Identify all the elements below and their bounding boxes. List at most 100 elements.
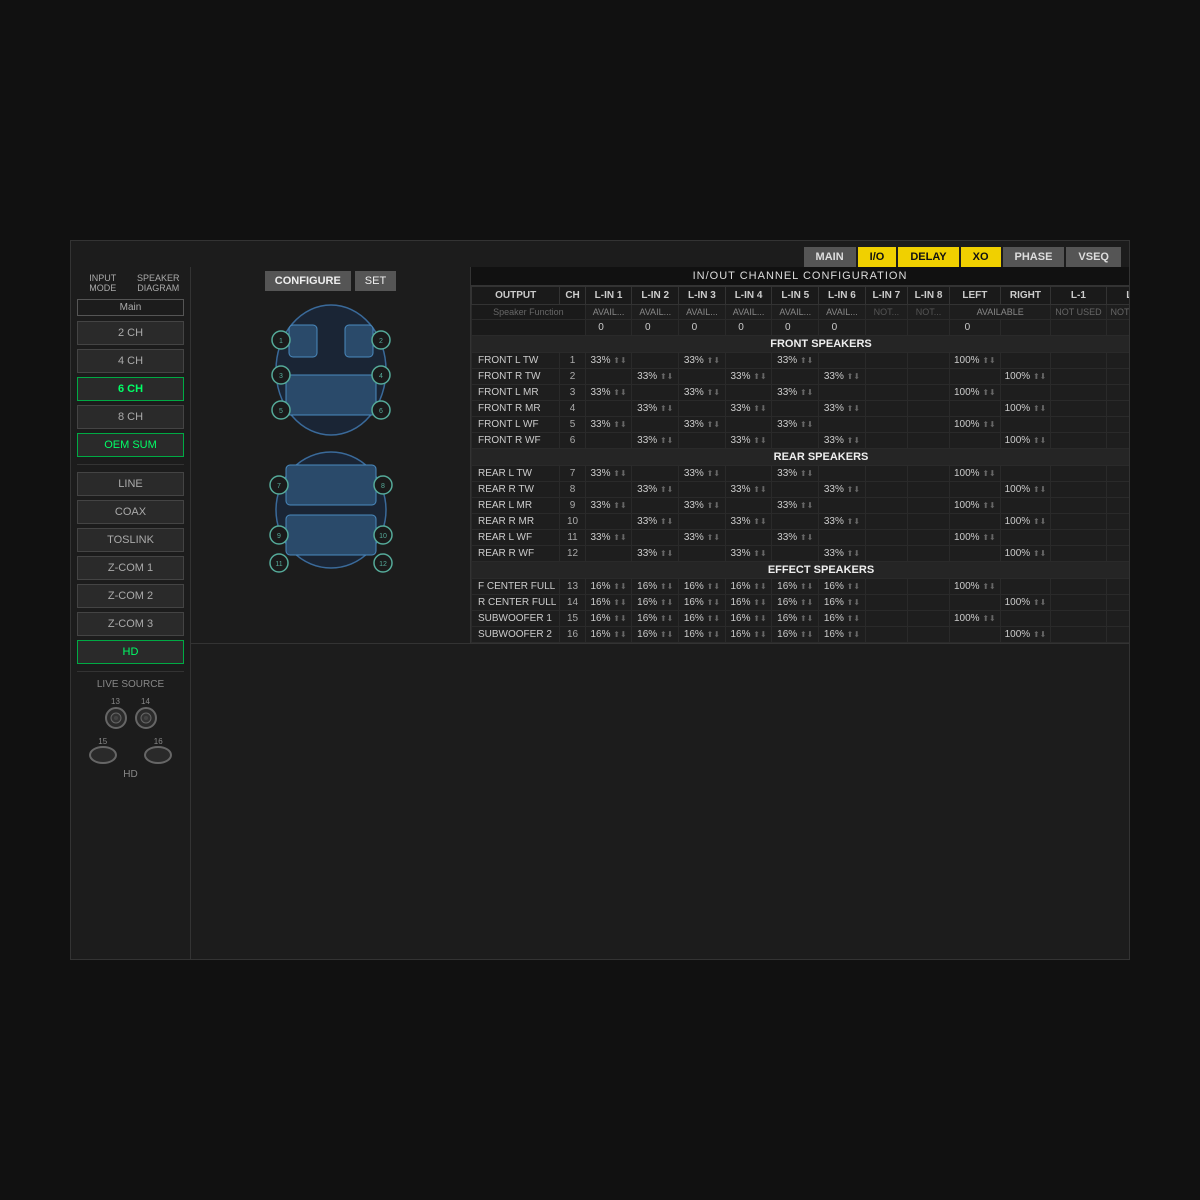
val-lin5[interactable] [779,322,811,333]
lin7 [865,530,907,546]
ch4-btn[interactable]: 4 CH [77,349,184,373]
ch6-btn[interactable]: 6 CH [77,377,184,401]
speaker-function-label: Speaker Function [472,305,586,320]
hd-btn[interactable]: HD [77,640,184,664]
l1 [1051,385,1106,401]
section-header-rear-speakers: REAR SPEAKERS [472,449,1130,466]
output-name: FRONT L WF [472,417,560,433]
speaker-15[interactable] [89,746,117,764]
ch-num: 13 [560,579,585,595]
svg-text:6: 6 [379,408,383,415]
lin5: 16% ⬆⬇ [772,627,819,643]
val-row [472,320,1130,336]
lin4: 16% ⬆⬇ [725,595,772,611]
lin1 [585,433,632,449]
lin5 [772,401,819,417]
lin1: 16% ⬆⬇ [585,595,632,611]
lin7 [865,627,907,643]
table-row: FRONT R TW 2 33% ⬆⬇ 33% ⬆⬇ 33% ⬆⬇ 100% [472,369,1130,385]
ch-num: 16 [560,627,585,643]
speaker-13[interactable] [105,707,127,729]
tab-main[interactable]: MAIN [804,247,856,267]
configure-button[interactable]: CONFIGURE [265,271,351,291]
io-table: OUTPUT CH L-IN 1 L-IN 2 L-IN 3 L-IN 4 L-… [471,286,1129,643]
l1 [1051,514,1106,530]
speaker-16[interactable] [144,746,172,764]
ch8-btn[interactable]: 8 CH [77,405,184,429]
lin8 [907,546,949,562]
lin8 [907,369,949,385]
lin2: 33% ⬆⬇ [632,433,679,449]
coax-btn[interactable]: COAX [77,500,184,524]
lin4: 33% ⬆⬇ [725,433,772,449]
lin5: 33% ⬆⬇ [772,530,819,546]
l2 [1106,482,1129,498]
lin2: 16% ⬆⬇ [632,611,679,627]
val-lin1[interactable] [593,322,625,333]
tab-io[interactable]: I/O [858,247,897,267]
left-val [950,627,1001,643]
right-val: 100% ⬆⬇ [1000,627,1051,643]
oem-sum-btn[interactable]: OEM SUM [77,433,184,457]
lin6 [819,530,866,546]
tab-xo[interactable]: XO [961,247,1001,267]
val-lin6[interactable] [826,322,858,333]
tab-delay[interactable]: DELAY [898,247,958,267]
val-lin2[interactable] [639,322,671,333]
line-btn[interactable]: LINE [77,472,184,496]
zcom2-btn[interactable]: Z-COM 2 [77,584,184,608]
lin4: 33% ⬆⬇ [725,369,772,385]
svg-text:5: 5 [279,408,283,415]
toslink-btn[interactable]: TOSLINK [77,528,184,552]
lin4: 33% ⬆⬇ [725,546,772,562]
zcom1-btn[interactable]: Z-COM 1 [77,556,184,580]
lin8 [907,417,949,433]
table-row: FRONT L MR 3 33% ⬆⬇ 33% ⬆⬇ 33% ⬆⬇ 100% ⬆… [472,385,1130,401]
lin8 [907,498,949,514]
val-lin4[interactable] [733,322,765,333]
lin2 [632,498,679,514]
lin2 [632,466,679,482]
configure-row: CONFIGURE SET [265,271,396,291]
l1 [1051,353,1106,369]
right-panel: CONFIGURE SET [191,267,1129,959]
right-val: 100% ⬆⬇ [1000,433,1051,449]
lin7 [865,482,907,498]
output-name: R CENTER FULL [472,595,560,611]
section-header-front-speakers: FRONT SPEAKERS [472,336,1130,353]
ch-num: 2 [560,369,585,385]
speaker-14[interactable] [135,707,157,729]
right-val [1000,417,1051,433]
l2 [1106,369,1129,385]
lin6: 16% ⬆⬇ [819,627,866,643]
zcom3-btn[interactable]: Z-COM 3 [77,612,184,636]
val-lin3[interactable] [686,322,718,333]
val-left[interactable] [959,322,991,333]
ch2-btn[interactable]: 2 CH [77,321,184,345]
lin6 [819,385,866,401]
th-lin6: L-IN 6 [819,287,866,305]
lin3: 33% ⬆⬇ [679,498,726,514]
ch-num: 10 [560,514,585,530]
l1 [1051,498,1106,514]
lin8 [907,466,949,482]
tab-phase[interactable]: PHASE [1003,247,1065,267]
l2 [1106,595,1129,611]
avail-lin6: AVAIL... [819,305,866,320]
table-row: REAR R MR 10 33% ⬆⬇ 33% ⬆⬇ 33% ⬆⬇ 100% [472,514,1130,530]
ch-num: 5 [560,417,585,433]
lin7 [865,433,907,449]
lin8 [907,627,949,643]
th-lin7: L-IN 7 [865,287,907,305]
section-header-effect-speakers: EFFECT SPEAKERS [472,562,1130,579]
set-button[interactable]: SET [355,271,396,291]
lin1: 16% ⬆⬇ [585,627,632,643]
tab-vseq[interactable]: VSEQ [1066,247,1121,267]
left-val: 100% ⬆⬇ [950,466,1001,482]
lin7 [865,579,907,595]
right-val [1000,579,1051,595]
th-lin1: L-IN 1 [585,287,632,305]
lin3: 33% ⬆⬇ [679,417,726,433]
avail-left: AVAILABLE [950,305,1051,320]
lin4 [725,466,772,482]
